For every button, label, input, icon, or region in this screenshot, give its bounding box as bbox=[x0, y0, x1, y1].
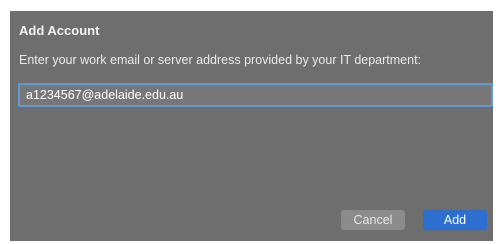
dialog-title: Add Account bbox=[19, 23, 100, 38]
email-or-server-input[interactable] bbox=[18, 83, 493, 107]
cancel-button[interactable]: Cancel bbox=[341, 210, 405, 230]
add-account-dialog: Add Account Enter your work email or ser… bbox=[10, 11, 493, 241]
dialog-instructions: Enter your work email or server address … bbox=[19, 53, 422, 67]
add-button[interactable]: Add bbox=[423, 210, 487, 230]
